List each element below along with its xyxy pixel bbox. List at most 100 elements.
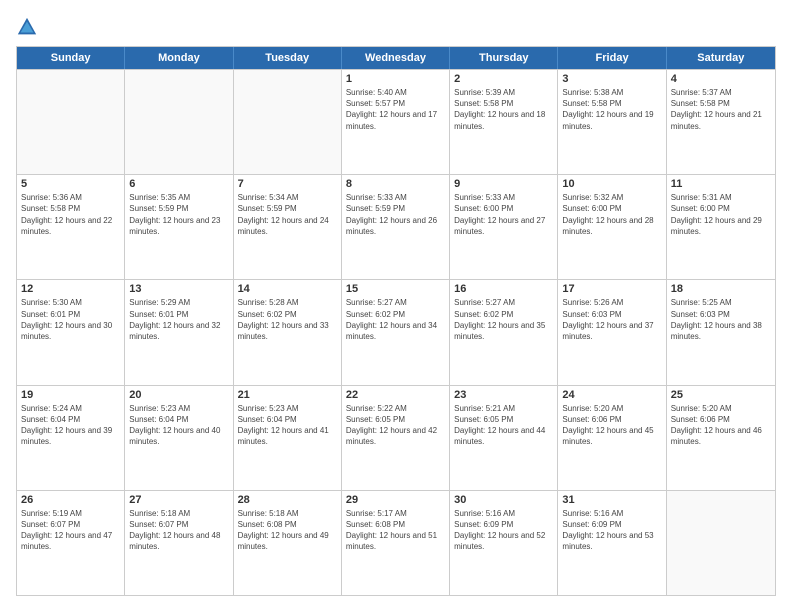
calendar-cell: 25 Sunrise: 5:20 AM Sunset: 6:06 PM Dayli… (667, 386, 775, 490)
cell-date: 28 (238, 494, 337, 506)
calendar-cell: 20 Sunrise: 5:23 AM Sunset: 6:04 PM Dayli… (125, 386, 233, 490)
calendar-week-1: 1 Sunrise: 5:40 AM Sunset: 5:57 PM Daylig… (17, 69, 775, 174)
cell-date: 6 (129, 178, 228, 190)
cell-date: 13 (129, 283, 228, 295)
calendar-cell: 5 Sunrise: 5:36 AM Sunset: 5:58 PM Daylig… (17, 175, 125, 279)
calendar-cell: 23 Sunrise: 5:21 AM Sunset: 6:05 PM Dayli… (450, 386, 558, 490)
cell-date: 3 (562, 73, 661, 85)
calendar-week-3: 12 Sunrise: 5:30 AM Sunset: 6:01 PM Dayli… (17, 279, 775, 384)
cell-info: Sunrise: 5:20 AM Sunset: 6:06 PM Dayligh… (562, 403, 661, 448)
calendar-cell: 19 Sunrise: 5:24 AM Sunset: 6:04 PM Dayli… (17, 386, 125, 490)
cell-info: Sunrise: 5:36 AM Sunset: 5:58 PM Dayligh… (21, 192, 120, 237)
cell-info: Sunrise: 5:26 AM Sunset: 6:03 PM Dayligh… (562, 297, 661, 342)
cell-date: 16 (454, 283, 553, 295)
cell-info: Sunrise: 5:18 AM Sunset: 6:07 PM Dayligh… (129, 508, 228, 553)
cell-info: Sunrise: 5:19 AM Sunset: 6:07 PM Dayligh… (21, 508, 120, 553)
cell-info: Sunrise: 5:28 AM Sunset: 6:02 PM Dayligh… (238, 297, 337, 342)
cell-date: 29 (346, 494, 445, 506)
cell-date: 15 (346, 283, 445, 295)
calendar-cell (667, 491, 775, 595)
cell-date: 4 (671, 73, 771, 85)
cell-date: 25 (671, 389, 771, 401)
day-header-thursday: Thursday (450, 47, 558, 69)
calendar-cell: 9 Sunrise: 5:33 AM Sunset: 6:00 PM Daylig… (450, 175, 558, 279)
cell-date: 9 (454, 178, 553, 190)
calendar-cell: 7 Sunrise: 5:34 AM Sunset: 5:59 PM Daylig… (234, 175, 342, 279)
cell-date: 31 (562, 494, 661, 506)
cell-date: 7 (238, 178, 337, 190)
cell-info: Sunrise: 5:24 AM Sunset: 6:04 PM Dayligh… (21, 403, 120, 448)
day-header-sunday: Sunday (17, 47, 125, 69)
calendar-week-4: 19 Sunrise: 5:24 AM Sunset: 6:04 PM Dayli… (17, 385, 775, 490)
calendar-cell: 15 Sunrise: 5:27 AM Sunset: 6:02 PM Dayli… (342, 280, 450, 384)
calendar-cell: 6 Sunrise: 5:35 AM Sunset: 5:59 PM Daylig… (125, 175, 233, 279)
cell-info: Sunrise: 5:25 AM Sunset: 6:03 PM Dayligh… (671, 297, 771, 342)
day-header-saturday: Saturday (667, 47, 775, 69)
calendar-cell: 30Sunrise: 5:16 AM Sunset: 6:09 PM Dayli… (450, 491, 558, 595)
day-header-tuesday: Tuesday (234, 47, 342, 69)
cell-info: Sunrise: 5:23 AM Sunset: 6:04 PM Dayligh… (238, 403, 337, 448)
cell-date: 20 (129, 389, 228, 401)
cell-date: 27 (129, 494, 228, 506)
calendar-week-5: 26 Sunrise: 5:19 AM Sunset: 6:07 PM Dayli… (17, 490, 775, 595)
cell-info: Sunrise: 5:33 AM Sunset: 6:00 PM Dayligh… (454, 192, 553, 237)
cell-info: Sunrise: 5:22 AM Sunset: 6:05 PM Dayligh… (346, 403, 445, 448)
calendar-cell: 18Sunrise: 5:25 AM Sunset: 6:03 PM Dayli… (667, 280, 775, 384)
calendar-cell: 21 Sunrise: 5:23 AM Sunset: 6:04 PM Dayli… (234, 386, 342, 490)
cell-info: Sunrise: 5:40 AM Sunset: 5:57 PM Dayligh… (346, 87, 445, 132)
cell-date: 24 (562, 389, 661, 401)
cell-info: Sunrise: 5:38 AM Sunset: 5:58 PM Dayligh… (562, 87, 661, 132)
header (16, 16, 776, 38)
calendar-cell: 10 Sunrise: 5:32 AM Sunset: 6:00 PM Dayli… (558, 175, 666, 279)
calendar-header-row: SundayMondayTuesdayWednesdayThursdayFrid… (17, 47, 775, 69)
cell-date: 8 (346, 178, 445, 190)
calendar-cell: 31Sunrise: 5:16 AM Sunset: 6:09 PM Dayli… (558, 491, 666, 595)
cell-date: 2 (454, 73, 553, 85)
cell-date: 10 (562, 178, 661, 190)
cell-info: Sunrise: 5:21 AM Sunset: 6:05 PM Dayligh… (454, 403, 553, 448)
logo-icon (16, 16, 38, 38)
calendar-cell: 22 Sunrise: 5:22 AM Sunset: 6:05 PM Dayli… (342, 386, 450, 490)
cell-date: 23 (454, 389, 553, 401)
cell-date: 14 (238, 283, 337, 295)
cell-info: Sunrise: 5:27 AM Sunset: 6:02 PM Dayligh… (454, 297, 553, 342)
calendar-body: 1 Sunrise: 5:40 AM Sunset: 5:57 PM Daylig… (17, 69, 775, 595)
cell-date: 12 (21, 283, 120, 295)
cell-info: Sunrise: 5:20 AM Sunset: 6:06 PM Dayligh… (671, 403, 771, 448)
cell-date: 11 (671, 178, 771, 190)
cell-date: 19 (21, 389, 120, 401)
cell-info: Sunrise: 5:30 AM Sunset: 6:01 PM Dayligh… (21, 297, 120, 342)
cell-info: Sunrise: 5:34 AM Sunset: 5:59 PM Dayligh… (238, 192, 337, 237)
cell-date: 26 (21, 494, 120, 506)
day-header-friday: Friday (558, 47, 666, 69)
calendar-cell: 24 Sunrise: 5:20 AM Sunset: 6:06 PM Dayli… (558, 386, 666, 490)
cell-info: Sunrise: 5:18 AM Sunset: 6:08 PM Dayligh… (238, 508, 337, 553)
calendar-cell (17, 70, 125, 174)
cell-info: Sunrise: 5:33 AM Sunset: 5:59 PM Dayligh… (346, 192, 445, 237)
cell-info: Sunrise: 5:23 AM Sunset: 6:04 PM Dayligh… (129, 403, 228, 448)
cell-date: 5 (21, 178, 120, 190)
cell-info: Sunrise: 5:35 AM Sunset: 5:59 PM Dayligh… (129, 192, 228, 237)
cell-info: Sunrise: 5:29 AM Sunset: 6:01 PM Dayligh… (129, 297, 228, 342)
calendar-cell: 13 Sunrise: 5:29 AM Sunset: 6:01 PM Dayli… (125, 280, 233, 384)
cell-date: 1 (346, 73, 445, 85)
day-header-monday: Monday (125, 47, 233, 69)
calendar-cell: 16 Sunrise: 5:27 AM Sunset: 6:02 PM Dayli… (450, 280, 558, 384)
calendar-cell: 12 Sunrise: 5:30 AM Sunset: 6:01 PM Dayli… (17, 280, 125, 384)
cell-info: Sunrise: 5:32 AM Sunset: 6:00 PM Dayligh… (562, 192, 661, 237)
calendar-cell (125, 70, 233, 174)
calendar-cell: 28 Sunrise: 5:18 AM Sunset: 6:08 PM Dayli… (234, 491, 342, 595)
cell-info: Sunrise: 5:37 AM Sunset: 5:58 PM Dayligh… (671, 87, 771, 132)
calendar-cell: 3 Sunrise: 5:38 AM Sunset: 5:58 PM Daylig… (558, 70, 666, 174)
page: SundayMondayTuesdayWednesdayThursdayFrid… (0, 0, 792, 612)
calendar-cell: 26 Sunrise: 5:19 AM Sunset: 6:07 PM Dayli… (17, 491, 125, 595)
cell-info: Sunrise: 5:27 AM Sunset: 6:02 PM Dayligh… (346, 297, 445, 342)
day-header-wednesday: Wednesday (342, 47, 450, 69)
calendar-cell (234, 70, 342, 174)
cell-info: Sunrise: 5:16 AM Sunset: 6:09 PM Dayligh… (454, 508, 553, 553)
calendar-cell: 4 Sunrise: 5:37 AM Sunset: 5:58 PM Daylig… (667, 70, 775, 174)
cell-info: Sunrise: 5:17 AM Sunset: 6:08 PM Dayligh… (346, 508, 445, 553)
calendar-cell: 8 Sunrise: 5:33 AM Sunset: 5:59 PM Daylig… (342, 175, 450, 279)
cell-date: 21 (238, 389, 337, 401)
cell-date: 22 (346, 389, 445, 401)
